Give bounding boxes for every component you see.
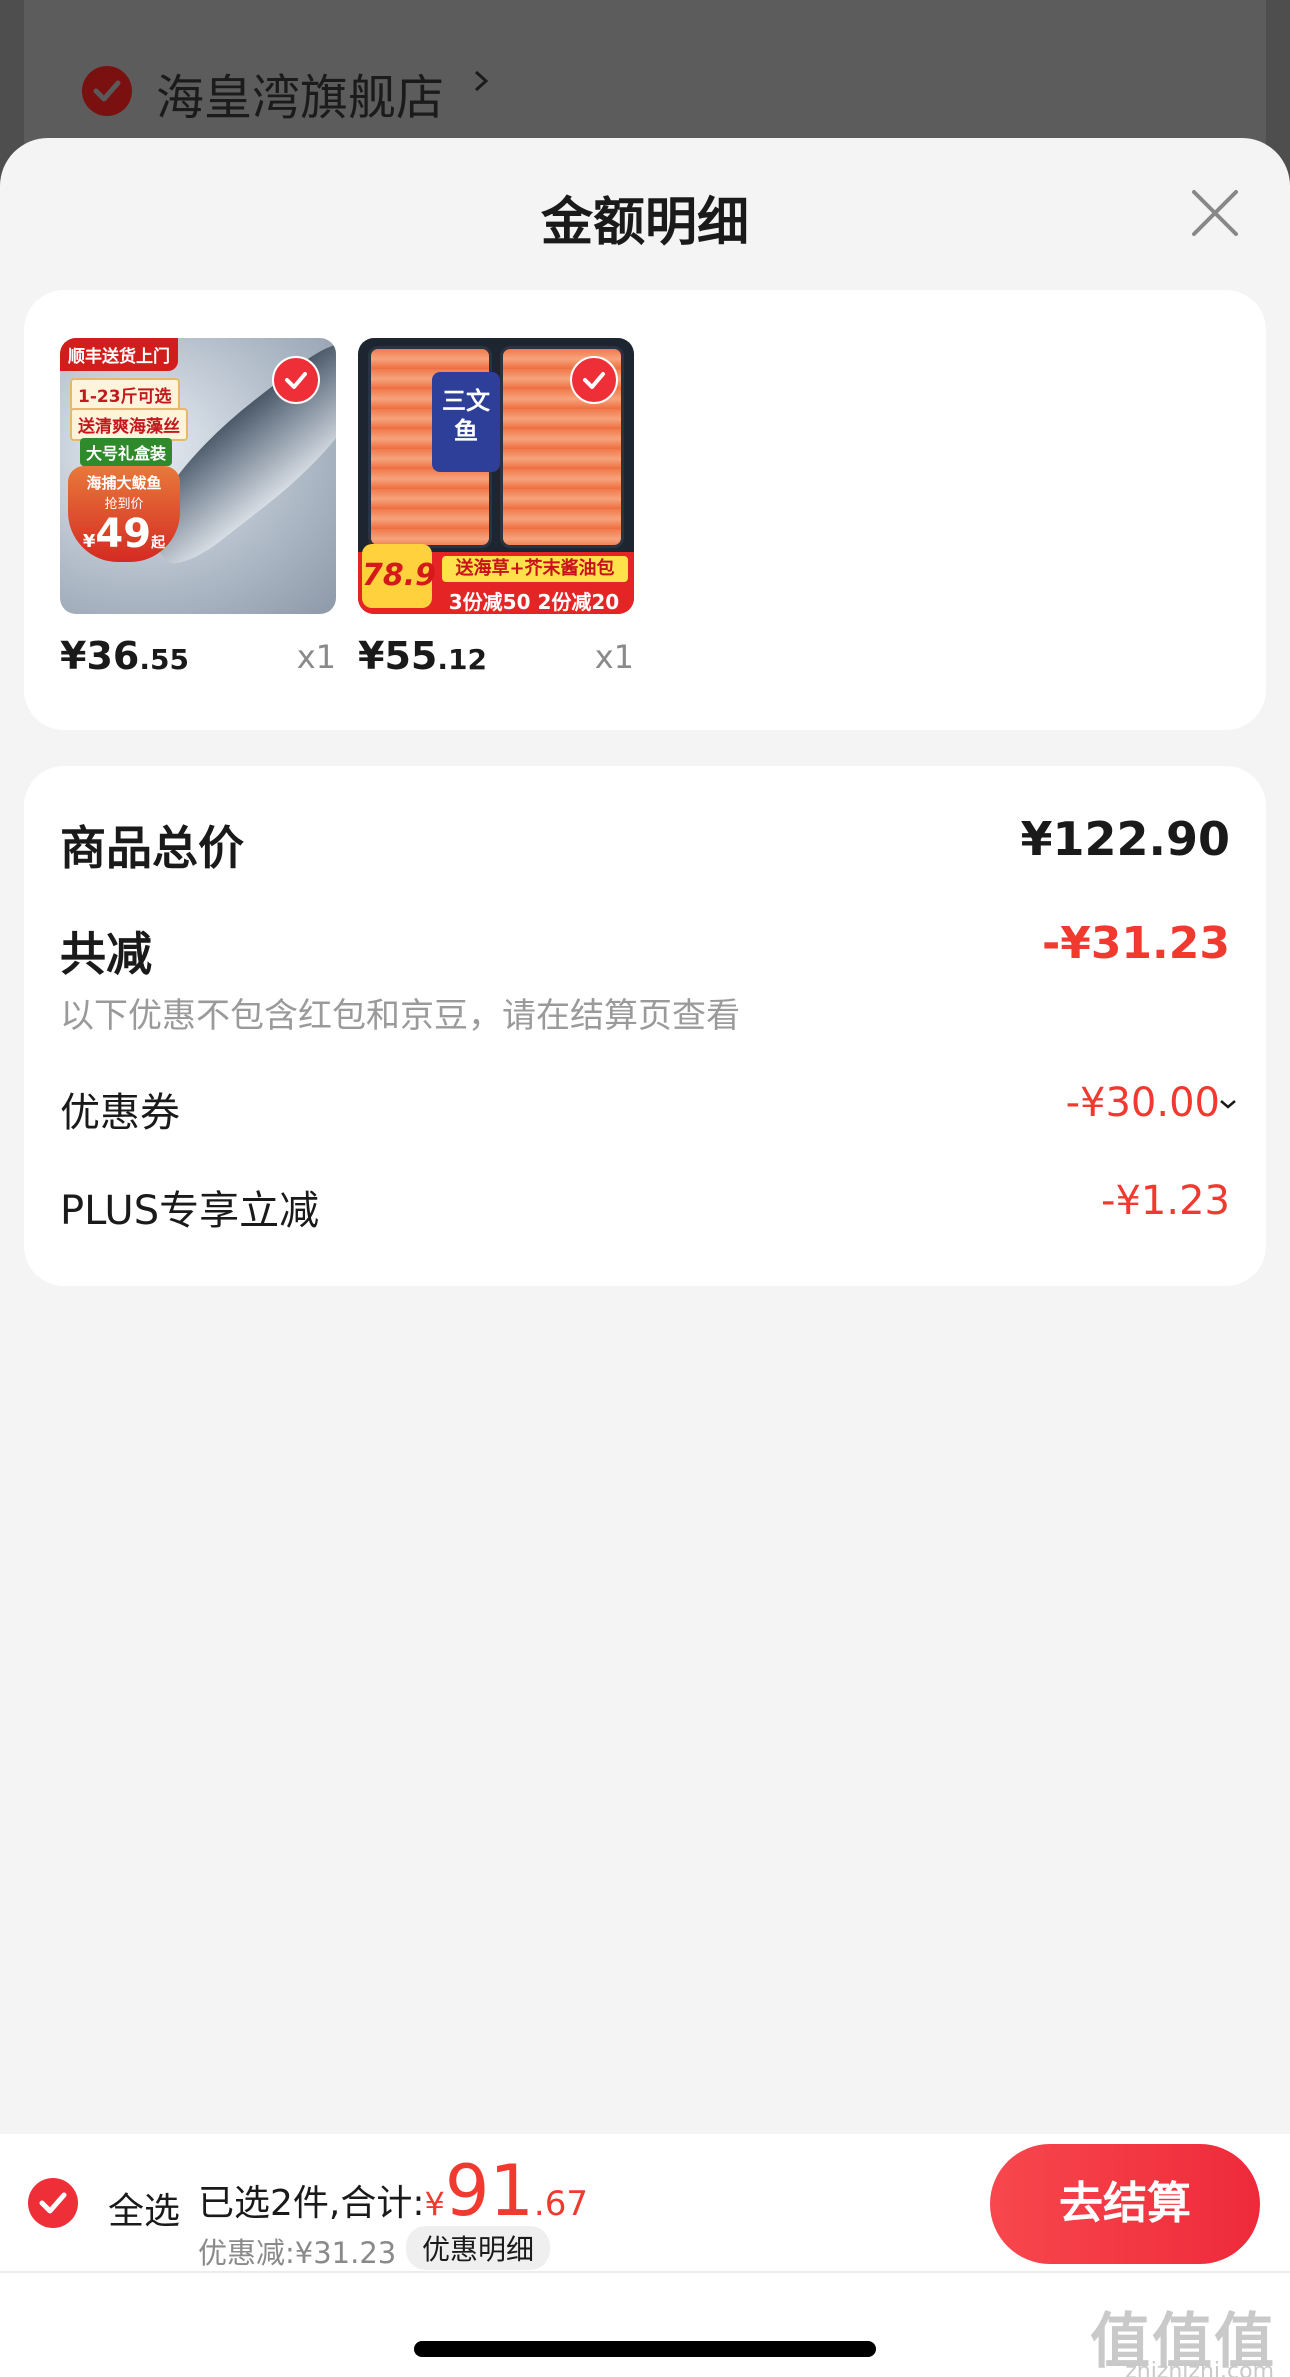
image-label: 三文鱼: [432, 372, 500, 472]
page: 海皇湾旗舰店 金额明细 顺丰送货上门 1-23斤可选 送清爽海藻丝 大号礼盒装 …: [0, 0, 1290, 2377]
store-name[interactable]: 海皇湾旗舰店: [156, 58, 444, 128]
product-price: ¥36.55: [60, 634, 189, 678]
watermark-sub: zhizhizhi.com: [1125, 2359, 1274, 2377]
select-all-label[interactable]: 全选: [108, 2182, 180, 2234]
discount-note: 以下优惠不包含红包和京豆，请在结算页查看: [60, 996, 740, 1036]
product-image[interactable]: 顺丰送货上门 1-23斤可选 送清爽海藻丝 大号礼盒装 海捕大鲅鱼 抢到价 ¥4…: [60, 338, 336, 614]
product-item[interactable]: 三文鱼 送海草+芥末酱油包 3份减50 2份减20 78.9 ¥55.12 x1: [358, 338, 634, 678]
image-line: 送清爽海藻丝: [70, 408, 188, 441]
image-line: 3份减50 2份减20: [448, 590, 620, 614]
amount-detail-sheet: 金额明细 顺丰送货上门 1-23斤可选 送清爽海藻丝 大号礼盒装 海捕大鲅鱼 抢…: [0, 138, 1290, 2377]
selected-total: 已选2件,合计:¥91.67: [198, 2150, 588, 2232]
plus-label: PLUS专享立减: [60, 1188, 320, 1234]
home-indicator[interactable]: [414, 2341, 876, 2357]
product-qty: x1: [296, 638, 336, 676]
product-image[interactable]: 三文鱼 送海草+芥末酱油包 3份减50 2份减20 78.9: [358, 338, 634, 614]
coupon-value: -¥30.00: [1065, 1080, 1220, 1126]
sheet-title: 金额明细: [540, 193, 749, 253]
coupon-label: 优惠券: [60, 1090, 180, 1136]
plus-value: -¥1.23: [1101, 1178, 1230, 1224]
checkout-bar: 全选 已选2件,合计:¥91.67 优惠减:¥31.23 优惠明细 去结算: [0, 2134, 1290, 2272]
checkout-button[interactable]: 去结算: [990, 2144, 1260, 2264]
discount-detail-button[interactable]: 优惠明细: [406, 2226, 551, 2270]
close-icon[interactable]: [1190, 188, 1240, 238]
image-label: 大号礼盒装: [80, 438, 173, 466]
product-qty: x1: [594, 638, 634, 676]
badge-sub: 抢到价: [104, 497, 144, 512]
check-icon[interactable]: [570, 356, 618, 404]
image-line: 送海草+芥末酱油包: [442, 556, 628, 582]
product-item[interactable]: 顺丰送货上门 1-23斤可选 送清爽海藻丝 大号礼盒装 海捕大鲅鱼 抢到价 ¥4…: [60, 338, 336, 678]
home-area: 值值值 zhizhizhi.com: [0, 2273, 1290, 2377]
check-icon[interactable]: [272, 356, 320, 404]
summary-card: 商品总价 ¥122.90 共减 -¥31.23 以下优惠不包含红包和京豆，请在结…: [24, 766, 1266, 1286]
chevron-down-icon[interactable]: [1218, 1094, 1238, 1114]
reduce-label: 共减: [60, 927, 152, 981]
image-line: 1-23斤可选: [70, 378, 180, 411]
products-card: 顺丰送货上门 1-23斤可选 送清爽海藻丝 大号礼盒装 海捕大鲅鱼 抢到价 ¥4…: [24, 290, 1266, 730]
total-label: 商品总价: [60, 821, 244, 875]
select-all-check-icon[interactable]: [28, 2178, 78, 2228]
badge-price: ¥49起: [82, 511, 166, 557]
price-badge: 78.9: [362, 544, 436, 608]
total-value: ¥122.90: [1020, 812, 1230, 866]
image-tag: 顺丰送货上门: [60, 338, 178, 371]
badge-title: 海捕大鲅鱼: [86, 474, 162, 492]
chevron-right-icon: [474, 70, 489, 92]
store-check-icon[interactable]: [82, 66, 132, 116]
product-price: ¥55.12: [358, 634, 487, 678]
reduce-value: -¥31.23: [1041, 918, 1230, 969]
discount-text: 优惠减:¥31.23: [198, 2236, 397, 2270]
price-badge: 海捕大鲅鱼 抢到价 ¥49起: [68, 466, 180, 562]
